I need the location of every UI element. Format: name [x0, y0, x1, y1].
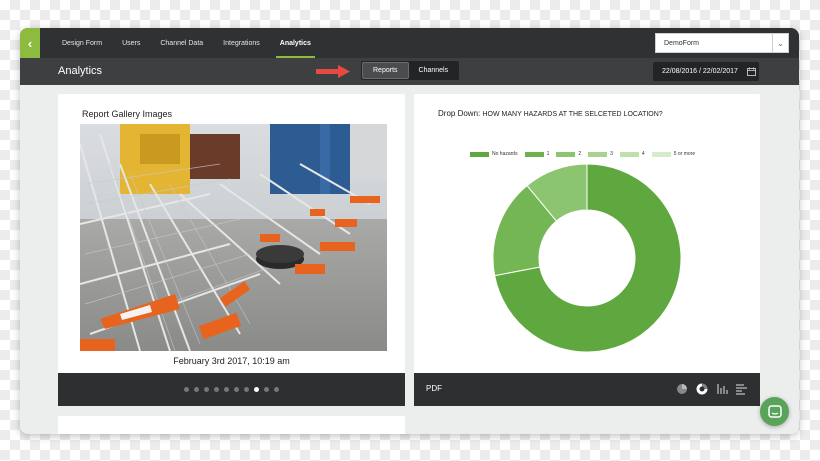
carousel-dot[interactable]: [224, 387, 229, 392]
legend-label: 2: [578, 151, 582, 157]
gallery-title: Report Gallery Images: [82, 109, 173, 119]
tab-reports[interactable]: Reports: [362, 62, 409, 79]
carousel-dots: [58, 387, 405, 392]
legend-swatch: [470, 151, 489, 157]
arrow-right-icon: [316, 65, 350, 78]
chart-title-question: HOW MANY HAZARDS AT THE SELCETED LOCATIO…: [482, 111, 663, 118]
carousel-dot[interactable]: [234, 387, 239, 392]
bar-chart-icon[interactable]: [715, 382, 728, 395]
legend-item[interactable]: No hazards: [470, 151, 518, 157]
carousel-dot[interactable]: [274, 387, 279, 392]
carousel-dot[interactable]: [184, 387, 189, 392]
chart-title-prefix: Drop Down:: [438, 109, 481, 118]
gallery-card: Report Gallery Images February 3rd 2017,…: [58, 94, 405, 406]
back-button[interactable]: ‹: [20, 28, 40, 58]
nav-item-channel-data[interactable]: Channel Data: [150, 28, 213, 58]
legend-item[interactable]: 3: [588, 151, 613, 157]
legend-swatch: [524, 151, 544, 157]
pdf-button[interactable]: PDF: [426, 384, 442, 393]
chevron-left-icon: ‹: [27, 35, 33, 51]
legend-label: 4: [641, 151, 645, 157]
date-range-value: 22/08/2016 / 22/02/2017: [662, 68, 738, 75]
horizontal-bar-chart-icon[interactable]: [735, 382, 748, 395]
legend-item[interactable]: 1: [524, 151, 550, 157]
legend-item[interactable]: 5 or more: [651, 151, 696, 157]
pie-chart-icon[interactable]: [675, 382, 688, 395]
legend-label: 5 or more: [673, 151, 696, 157]
donut-chart: [493, 164, 681, 352]
top-navigation: ‹ Design Form Users Channel Data Integra…: [20, 28, 799, 58]
carousel-dot[interactable]: [244, 387, 249, 392]
form-select-value: DemoForm: [664, 39, 700, 47]
carousel-dot[interactable]: [254, 387, 259, 392]
gallery-footer: [58, 373, 405, 406]
legend-swatch: [556, 151, 576, 157]
chart-title: Drop Down: HOW MANY HAZARDS AT THE SELCE…: [438, 109, 663, 118]
chart-footer: PDF: [414, 373, 760, 406]
calendar-icon[interactable]: [744, 62, 759, 81]
page-title: Analytics: [58, 65, 103, 77]
legend-label: No hazards: [492, 151, 518, 157]
chevron-down-icon: ⌄: [772, 34, 788, 52]
nav-item-integrations[interactable]: Integrations: [213, 28, 270, 58]
chart-type-icons: [675, 382, 748, 395]
legend-label: 3: [610, 151, 613, 157]
nav-item-analytics[interactable]: Analytics: [270, 28, 321, 58]
sub-header: Analytics Reports Channels 22/08/2016 / …: [20, 58, 799, 85]
chat-icon: [767, 404, 782, 418]
legend-swatch: [619, 151, 639, 157]
legend-item[interactable]: 2: [556, 151, 581, 157]
chat-button[interactable]: [760, 397, 789, 426]
dropdown-chart-card: Drop Down: HOW MANY HAZARDS AT THE SELCE…: [414, 94, 760, 406]
bottom-card: [58, 416, 405, 434]
gallery-image[interactable]: [80, 124, 387, 351]
carousel-dot[interactable]: [214, 387, 219, 392]
chart-legend: No hazards 1 2 3 4 5 or more: [470, 151, 695, 157]
nav-item-users[interactable]: Users: [112, 28, 150, 58]
app-window: ‹ Design Form Users Channel Data Integra…: [20, 28, 799, 434]
legend-label: 1: [546, 151, 550, 157]
carousel-dot[interactable]: [264, 387, 269, 392]
form-select[interactable]: DemoForm ⌄: [655, 33, 789, 53]
legend-swatch: [588, 151, 608, 157]
gallery-caption: February 3rd 2017, 10:19 am: [173, 356, 290, 366]
tab-channels[interactable]: Channels: [409, 62, 459, 79]
legend-item[interactable]: 4: [619, 151, 645, 157]
legend-swatch: [651, 151, 671, 157]
view-toggle: Reports Channels: [361, 61, 460, 80]
nav-items: Design Form Users Channel Data Integrati…: [52, 28, 321, 58]
nav-item-design-form[interactable]: Design Form: [52, 28, 112, 58]
date-range-picker[interactable]: 22/08/2016 / 22/02/2017: [653, 62, 759, 81]
donut-chart-icon[interactable]: [695, 382, 708, 395]
carousel-dot[interactable]: [194, 387, 199, 392]
carousel-dot[interactable]: [204, 387, 209, 392]
